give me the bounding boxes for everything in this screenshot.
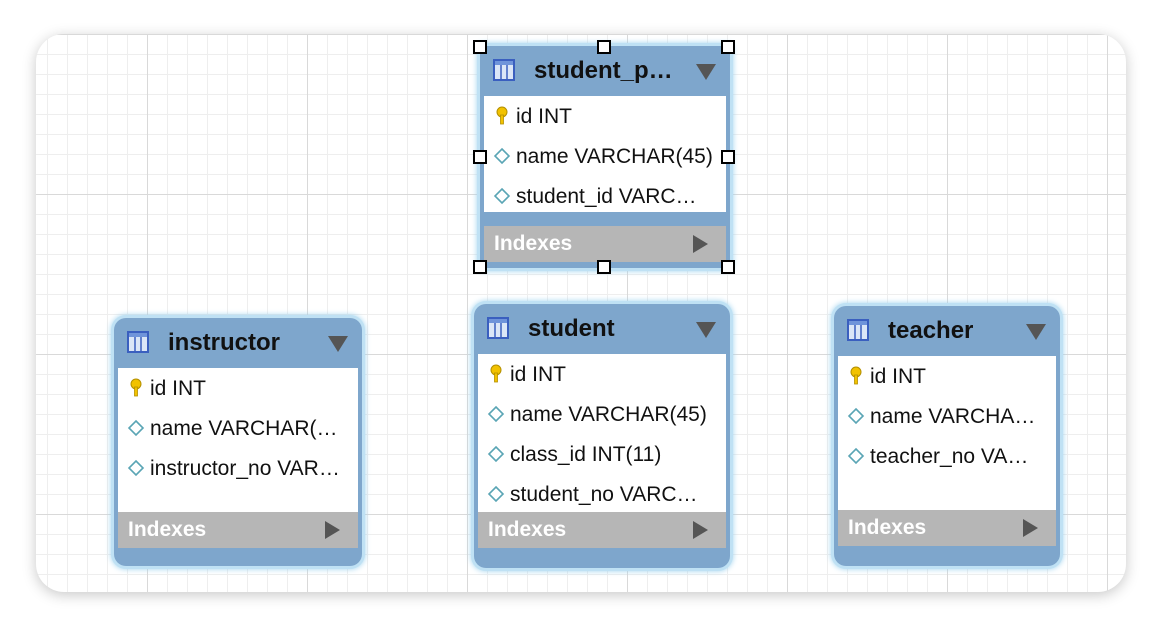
column-text: name VARCHAR(45): [516, 145, 713, 168]
indexes-label: Indexes: [488, 518, 567, 541]
resize-handle-top-left[interactable]: [473, 40, 487, 54]
column-text: instructor_no VAR…: [150, 457, 340, 480]
column-text: class_id INT(11): [510, 443, 662, 466]
column-row[interactable]: name VARCHAR(45): [478, 394, 726, 434]
column-diamond-icon: [847, 447, 865, 465]
table-title: student: [528, 315, 615, 342]
table-title: student_p…: [534, 57, 673, 84]
primary-key-icon: [490, 364, 502, 383]
table-header[interactable]: student: [474, 304, 730, 352]
column-diamond-icon: [487, 485, 505, 503]
expand-arrow-icon[interactable]: [325, 521, 340, 539]
column-diamond-icon: [493, 187, 511, 205]
table-header[interactable]: instructor: [114, 318, 362, 366]
indexes-label: Indexes: [848, 516, 927, 539]
column-text: name VARCHA…: [870, 405, 1036, 428]
indexes-bar[interactable]: Indexes: [118, 512, 358, 548]
resize-handle-top-center[interactable]: [597, 40, 611, 54]
expand-arrow-icon[interactable]: [1023, 519, 1038, 537]
column-row[interactable]: id INT: [484, 96, 726, 136]
column-row[interactable]: instructor_no VAR…: [118, 448, 358, 488]
table-instructor[interactable]: instructor id INT name VARCHAR(… instruc…: [114, 318, 362, 566]
column-diamond-icon: [127, 459, 145, 477]
indexes-bar[interactable]: Indexes: [838, 510, 1056, 546]
column-diamond-icon: [487, 445, 505, 463]
expand-arrow-icon[interactable]: [693, 235, 708, 253]
column-list: id INT name VARCHAR(45) student_id VARC…: [484, 96, 726, 212]
table-icon: [127, 331, 149, 353]
table-student-p[interactable]: student_p… id INT name VARCHAR(45) stude…: [480, 46, 730, 268]
table-title: instructor: [168, 329, 281, 356]
table-title: teacher: [888, 317, 974, 344]
table-icon: [493, 59, 515, 81]
table-icon: [487, 317, 509, 339]
indexes-bar[interactable]: Indexes: [478, 512, 726, 548]
diagram-canvas[interactable]: student_p… id INT name VARCHAR(45) stude…: [36, 34, 1126, 592]
column-list: id INT name VARCHAR(… instructor_no VAR…: [118, 368, 358, 512]
expand-arrow-icon[interactable]: [693, 521, 708, 539]
indexes-label: Indexes: [494, 232, 573, 255]
column-row[interactable]: student_no VARC…: [478, 474, 726, 514]
resize-handle-bottom-right[interactable]: [721, 260, 735, 274]
column-text: name VARCHAR(…: [150, 417, 338, 440]
column-diamond-icon: [847, 407, 865, 425]
column-row[interactable]: id INT: [118, 368, 358, 408]
column-text: name VARCHAR(45): [510, 403, 707, 426]
column-text: id INT: [510, 363, 567, 386]
column-row[interactable]: teacher_no VA…: [838, 436, 1056, 476]
column-diamond-icon: [493, 147, 511, 165]
column-text: teacher_no VA…: [870, 445, 1029, 468]
column-row[interactable]: id INT: [478, 354, 726, 394]
indexes-bar[interactable]: Indexes: [484, 226, 726, 262]
resize-handle-bottom-left[interactable]: [473, 260, 487, 274]
table-teacher[interactable]: teacher id INT name VARCHA… teacher_no V…: [834, 306, 1060, 566]
primary-key-icon: [850, 366, 862, 385]
collapse-arrow-icon[interactable]: [696, 322, 716, 338]
column-text: id INT: [150, 377, 207, 400]
table-student[interactable]: student id INT name VARCHAR(45) class_id…: [474, 304, 730, 568]
primary-key-icon: [130, 378, 142, 397]
column-text: student_id VARC…: [516, 185, 697, 208]
primary-key-icon: [496, 106, 508, 125]
collapse-arrow-icon[interactable]: [328, 336, 348, 352]
column-row[interactable]: name VARCHAR(…: [118, 408, 358, 448]
column-diamond-icon: [127, 419, 145, 437]
resize-handle-middle-left[interactable]: [473, 150, 487, 164]
column-text: id INT: [870, 365, 927, 388]
resize-handle-top-right[interactable]: [721, 40, 735, 54]
column-row[interactable]: id INT: [838, 356, 1056, 396]
collapse-arrow-icon[interactable]: [1026, 324, 1046, 340]
table-icon: [847, 319, 869, 341]
column-row[interactable]: name VARCHAR(45): [484, 136, 726, 176]
column-row[interactable]: student_id VARC…: [484, 176, 726, 216]
collapse-arrow-icon[interactable]: [696, 64, 716, 80]
column-diamond-icon: [487, 405, 505, 423]
resize-handle-middle-right[interactable]: [721, 150, 735, 164]
column-text: id INT: [516, 105, 573, 128]
table-header[interactable]: teacher: [834, 306, 1060, 354]
column-row[interactable]: name VARCHA…: [838, 396, 1056, 436]
column-list: id INT name VARCHAR(45) class_id INT(11)…: [478, 354, 726, 512]
resize-handle-bottom-center[interactable]: [597, 260, 611, 274]
column-row[interactable]: class_id INT(11): [478, 434, 726, 474]
indexes-label: Indexes: [128, 518, 207, 541]
column-list: id INT name VARCHA… teacher_no VA…: [838, 356, 1056, 510]
column-text: student_no VARC…: [510, 483, 698, 506]
